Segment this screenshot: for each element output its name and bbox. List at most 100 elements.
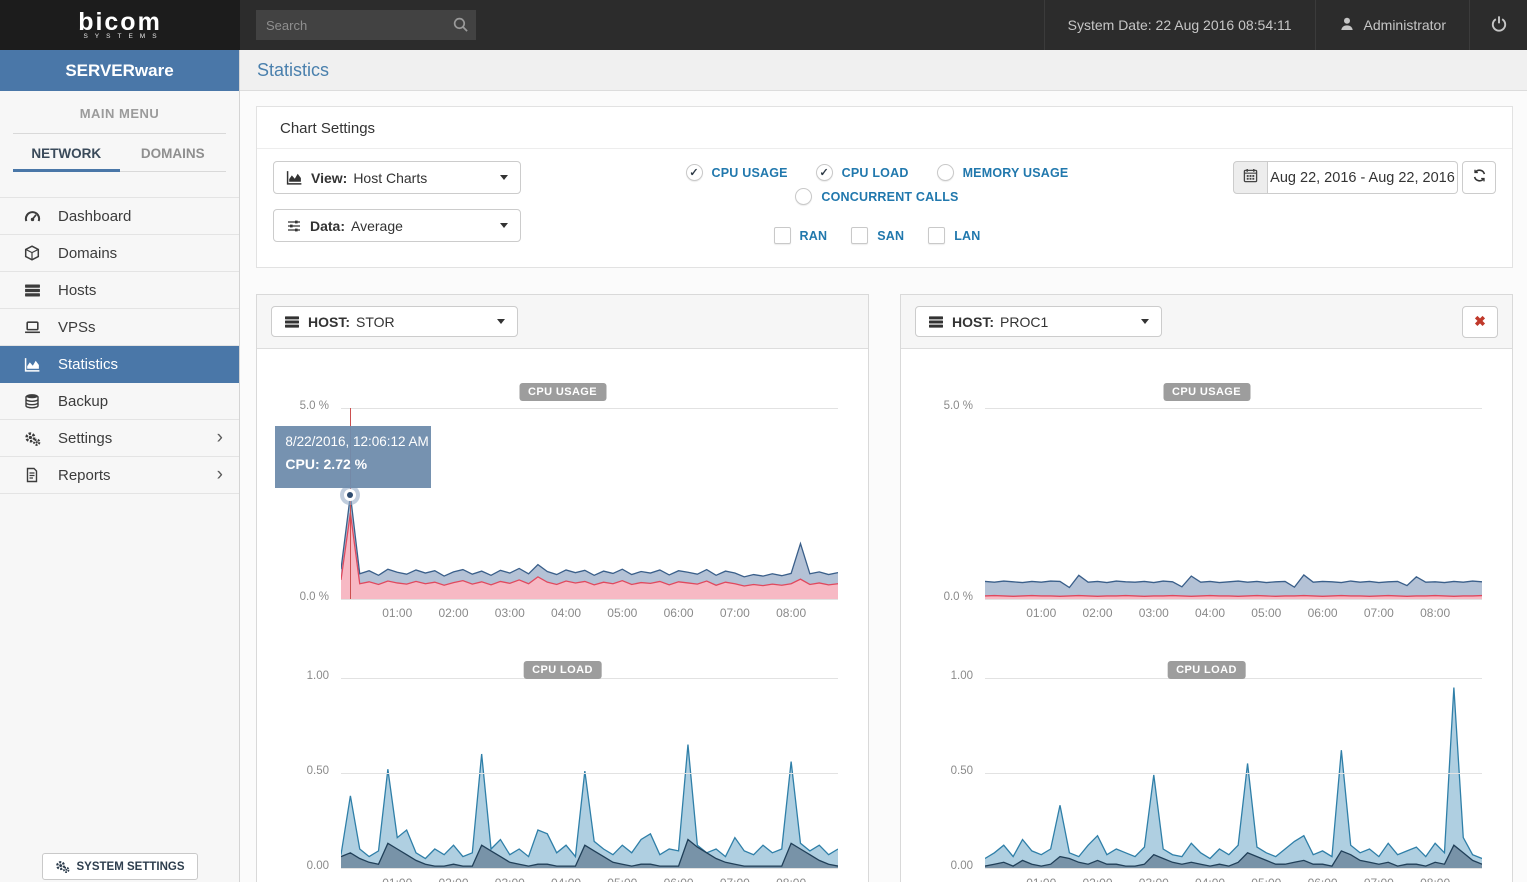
gears-icon xyxy=(55,859,70,874)
package-icon xyxy=(24,245,44,261)
database-icon xyxy=(24,393,44,409)
gridline xyxy=(985,408,1482,409)
date-range-input[interactable] xyxy=(1268,161,1458,194)
data-label: Data: xyxy=(310,218,345,234)
host-dropdown[interactable]: HOST: STOR xyxy=(271,306,518,337)
chart-title-badge: CPU USAGE xyxy=(519,383,606,401)
x-tick-label: 01:00 xyxy=(1026,876,1056,882)
gridline xyxy=(341,868,838,869)
plot-area[interactable] xyxy=(985,678,1482,868)
power-icon xyxy=(1490,15,1508,36)
system-date: System Date: 22 Aug 2016 08:54:11 xyxy=(1044,0,1315,50)
sidebar-item-statistics[interactable]: Statistics xyxy=(0,346,239,383)
data-dropdown[interactable]: Data: Average xyxy=(273,209,521,242)
sliders-icon xyxy=(286,218,302,234)
option-label: MEMORY USAGE xyxy=(963,166,1069,180)
x-tick-label: 02:00 xyxy=(439,876,469,882)
host-dropdown[interactable]: HOST: PROC1 xyxy=(915,306,1162,337)
plot-area[interactable]: 8/22/2016, 12:06:12 AMCPU: 2.72 % xyxy=(341,408,838,599)
x-axis-labels: 01:0002:0003:0004:0005:0006:0007:0008:00 xyxy=(985,876,1482,882)
system-settings-button[interactable]: SYSTEM SETTINGS xyxy=(42,853,198,880)
option-cpu-usage[interactable]: ✓ CPU USAGE xyxy=(686,164,788,181)
circle-checkbox-icon[interactable] xyxy=(937,164,954,181)
tab-network[interactable]: NETWORK xyxy=(13,134,120,172)
square-checkbox-icon[interactable] xyxy=(774,227,791,244)
x-tick-label: 06:00 xyxy=(664,876,694,882)
option-label: RAN xyxy=(800,229,828,243)
user-icon xyxy=(1339,16,1355,35)
sidebar-item-vpss[interactable]: VPSs xyxy=(0,309,239,346)
option-san[interactable]: SAN xyxy=(851,227,904,244)
x-tick-label: 04:00 xyxy=(551,876,581,882)
sidebar-item-hosts[interactable]: Hosts xyxy=(0,272,239,309)
host-label: HOST: xyxy=(308,314,350,330)
option-cpu-load[interactable]: ✓ CPU LOAD xyxy=(816,164,909,181)
sidebar-item-label: Domains xyxy=(58,245,117,262)
y-tick-label: 0.00 xyxy=(257,860,329,872)
chevron-right-icon: › xyxy=(217,468,223,482)
sidebar-item-backup[interactable]: Backup xyxy=(0,383,239,420)
circle-checkbox-icon[interactable] xyxy=(795,188,812,205)
metric-row-2: CONCURRENT CALLS xyxy=(795,188,958,205)
x-tick-label: 08:00 xyxy=(776,876,806,882)
system-date-text: System Date: 22 Aug 2016 08:54:11 xyxy=(1068,17,1292,33)
refresh-icon xyxy=(1472,168,1487,188)
chart-cpu-load-proc1: CPU LOAD 01:0002:0003:0004:0005:0006:000… xyxy=(901,617,1512,882)
chevron-down-icon xyxy=(500,223,508,228)
x-tick-label: 03:00 xyxy=(1139,876,1169,882)
option-label: CPU LOAD xyxy=(842,166,909,180)
sidebar-tabs: NETWORK DOMAINS xyxy=(13,134,226,172)
sidebar-item-reports[interactable]: Reports› xyxy=(0,457,239,494)
search-icon[interactable] xyxy=(452,16,470,34)
option-concurrent-calls[interactable]: CONCURRENT CALLS xyxy=(795,188,958,205)
servers-icon xyxy=(24,282,44,299)
laptop-icon xyxy=(24,319,44,336)
gauge-icon xyxy=(24,208,44,225)
option-label: CPU USAGE xyxy=(712,166,788,180)
checked-circle-checkbox-icon[interactable]: ✓ xyxy=(816,164,833,181)
option-lan[interactable]: LAN xyxy=(928,227,980,244)
square-checkbox-icon[interactable] xyxy=(928,227,945,244)
gridline xyxy=(985,599,1482,600)
user-menu[interactable]: Administrator xyxy=(1315,0,1469,50)
logout-button[interactable] xyxy=(1469,0,1527,50)
page-header: Statistics xyxy=(240,50,1527,91)
x-tick-label: 07:00 xyxy=(720,876,750,882)
option-ran[interactable]: RAN xyxy=(774,227,828,244)
x-axis-labels: 01:0002:0003:0004:0005:0006:0007:0008:00 xyxy=(341,876,838,882)
metric-row-1: ✓ CPU USAGE ✓ CPU LOAD MEMORY USAGE xyxy=(686,164,1069,181)
data-value: Average xyxy=(351,218,403,234)
plot-area[interactable] xyxy=(985,408,1482,599)
plot-area[interactable] xyxy=(341,678,838,868)
y-tick-label: 1.00 xyxy=(257,670,329,682)
checked-circle-checkbox-icon[interactable]: ✓ xyxy=(686,164,703,181)
sidebar-item-label: VPSs xyxy=(58,319,96,336)
refresh-button[interactable] xyxy=(1462,161,1496,194)
host-value: STOR xyxy=(356,314,395,330)
chevron-down-icon xyxy=(497,319,505,324)
square-checkbox-icon[interactable] xyxy=(851,227,868,244)
y-tick-label: 0.0 % xyxy=(257,591,329,603)
tooltip-date: 8/22/2016, 12:06:12 AM xyxy=(285,434,421,449)
search-input[interactable] xyxy=(256,10,476,40)
sidebar: SERVERware MAIN MENU NETWORK DOMAINS Das… xyxy=(0,50,240,882)
sidebar-item-dashboard[interactable]: Dashboard xyxy=(0,198,239,235)
chevron-down-icon xyxy=(500,175,508,180)
calendar-button[interactable] xyxy=(1233,161,1268,194)
sidebar-item-settings[interactable]: Settings› xyxy=(0,420,239,457)
gridline xyxy=(341,773,838,774)
tooltip-value: CPU: 2.72 % xyxy=(285,456,421,472)
app-title: SERVERware xyxy=(0,50,239,91)
view-dropdown[interactable]: View: Host Charts xyxy=(273,161,521,194)
network-options: RAN SAN LAN xyxy=(774,227,981,244)
y-tick-label: 0.50 xyxy=(901,765,973,777)
sidebar-item-domains[interactable]: Domains xyxy=(0,235,239,272)
close-panel-button[interactable]: ✖ xyxy=(1462,306,1498,338)
chart-cpu-usage-proc1: CPU USAGE 01:0002:0003:0004:0005:0006:00… xyxy=(901,349,1512,617)
y-tick-label: 5.0 % xyxy=(257,400,329,412)
option-label: CONCURRENT CALLS xyxy=(821,190,958,204)
host-label: HOST: xyxy=(952,314,994,330)
panel-header: HOST: PROC1 ✖ xyxy=(901,295,1512,349)
tab-domains[interactable]: DOMAINS xyxy=(120,134,227,172)
option-memory-usage[interactable]: MEMORY USAGE xyxy=(937,164,1069,181)
